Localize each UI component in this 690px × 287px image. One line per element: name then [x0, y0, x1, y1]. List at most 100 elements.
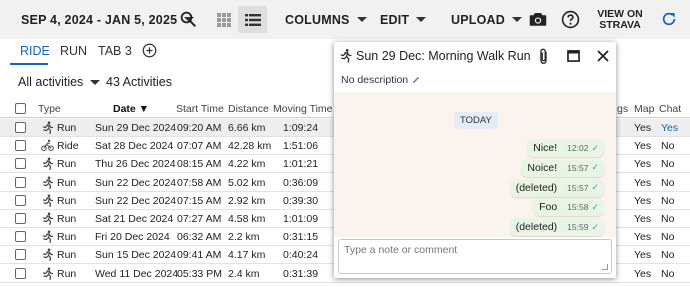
message-text: Foo — [539, 201, 558, 214]
check-icon: ✓ — [591, 142, 599, 153]
row-checkbox[interactable] — [15, 267, 26, 279]
attachment-icon[interactable] — [538, 48, 549, 65]
row-checkbox[interactable] — [15, 249, 26, 261]
camera-icon[interactable] — [527, 8, 549, 30]
header-map[interactable]: Map — [634, 103, 654, 115]
cell-date: Thu 26 Dec 2024 — [95, 158, 176, 171]
popup-title: Sun 29 Dec: Morning Walk Run — [356, 49, 531, 63]
cell-map: Yes — [634, 249, 652, 262]
cell-chat[interactable]: No — [661, 213, 674, 225]
row-checkbox[interactable] — [15, 122, 26, 133]
row-checkbox[interactable] — [15, 213, 26, 224]
list-icon — [244, 13, 261, 26]
refresh-icon[interactable] — [658, 8, 680, 30]
search-icon[interactable] — [177, 8, 199, 30]
running-icon — [42, 176, 54, 189]
check-icon: ✓ — [591, 162, 599, 173]
cell-moving: 0:36:09 — [283, 176, 319, 189]
help-icon[interactable] — [559, 8, 581, 30]
tab-ride[interactable]: RIDE — [20, 44, 50, 58]
cell-type: Run — [57, 213, 77, 225]
cell-type: Run — [57, 249, 77, 262]
cell-chat[interactable]: No — [661, 231, 674, 243]
cell-chat[interactable]: No — [661, 249, 674, 261]
tab-3[interactable]: TAB 3 — [98, 44, 132, 58]
cell-type: Run — [57, 176, 77, 189]
grid-icon — [216, 12, 231, 27]
cell-moving: 1:09:24 — [283, 122, 319, 134]
cell-date: Sun 22 Dec 2024 — [95, 194, 177, 207]
message-text: (deleted) — [515, 221, 558, 234]
select-all-checkbox[interactable] — [15, 103, 26, 114]
note-input[interactable]: Type a note or comment — [338, 239, 612, 274]
cell-chat[interactable]: No — [661, 195, 674, 207]
upload-label: UPLOAD — [451, 12, 505, 27]
cell-chat[interactable]: Yes — [661, 122, 678, 134]
add-tab-icon[interactable] — [142, 43, 157, 61]
row-checkbox[interactable] — [15, 158, 26, 170]
list-view-button[interactable] — [238, 6, 267, 33]
activity-filter-select[interactable]: All activities — [18, 75, 101, 89]
note-placeholder: Type a note or comment — [344, 244, 458, 256]
message-time: 15:57 — [567, 182, 589, 193]
edit-menu-button[interactable]: EDIT — [380, 0, 427, 39]
tab-run[interactable]: RUN — [60, 44, 87, 58]
cell-map: Yes — [634, 231, 652, 244]
date-range-select[interactable]: SEP 4, 2024 - JAN 5, 2025 — [21, 0, 195, 39]
cell-moving: 0:40:24 — [283, 249, 319, 262]
header-start-time[interactable]: Start Time — [176, 103, 224, 115]
cell-map: Yes — [634, 176, 652, 189]
cycling-icon — [41, 139, 54, 152]
header-moving-time[interactable]: Moving Time — [273, 103, 333, 115]
view-on-strava-button[interactable]: VIEW ON STRAVA — [593, 9, 647, 31]
close-icon[interactable] — [597, 50, 609, 62]
message-text: Noice! — [527, 161, 558, 174]
row-checkbox[interactable] — [15, 140, 26, 152]
cell-date: Fri 20 Dec 2024 — [95, 231, 170, 244]
chat-message[interactable]: Noice! 15:57 ✓ — [521, 158, 604, 177]
chat-message[interactable]: (deleted) 15:59 ✓ — [509, 218, 604, 237]
columns-label: COLUMNS — [285, 12, 350, 27]
header-chat[interactable]: Chat — [659, 103, 681, 115]
cell-chat[interactable]: No — [661, 158, 674, 170]
header-type[interactable]: Type — [38, 103, 61, 115]
header-tags[interactable]: gs — [617, 103, 628, 115]
activity-detail-popup: Sun 29 Dec: Morning Walk Run No descript… — [334, 42, 616, 278]
cell-date: Sun 15 Dec 2024 — [95, 249, 177, 262]
running-icon — [42, 194, 54, 207]
cell-chat[interactable]: No — [661, 140, 674, 152]
cell-start: 09:20 AM — [177, 122, 222, 134]
row-checkbox[interactable] — [15, 231, 26, 243]
chevron-down-icon — [416, 17, 427, 22]
cell-type: Ride — [57, 140, 79, 153]
cell-type: Run — [57, 194, 77, 207]
cell-map: Yes — [634, 140, 652, 153]
running-icon — [42, 248, 54, 262]
chat-message[interactable]: Foo 15:58 ✓ — [533, 198, 604, 217]
chat-message[interactable]: Nice! 12:02 ✓ — [527, 139, 604, 157]
maximize-icon[interactable] — [567, 50, 580, 62]
message-text: Nice! — [533, 142, 558, 154]
message-time: 15:58 — [567, 202, 589, 213]
popup-description[interactable]: No description — [341, 74, 420, 86]
header-date[interactable]: Date ▼ — [113, 103, 149, 115]
cell-map: Yes — [634, 194, 652, 207]
cell-distance: 4.22 km — [228, 158, 266, 171]
row-checkbox[interactable] — [15, 194, 26, 206]
columns-menu-button[interactable]: COLUMNS — [285, 0, 367, 39]
cell-distance: 2.2 km — [228, 231, 260, 244]
cell-moving: 1:01:09 — [283, 213, 319, 225]
row-checkbox[interactable] — [15, 176, 26, 188]
chat-message[interactable]: (deleted) 15:57 ✓ — [509, 178, 604, 197]
grid-view-button[interactable] — [209, 6, 238, 33]
message-text: (deleted) — [515, 181, 558, 194]
header-distance[interactable]: Distance — [228, 103, 269, 115]
cell-start: 08:15 AM — [177, 158, 222, 171]
message-time: 15:59 — [567, 222, 589, 233]
cell-chat[interactable]: No — [661, 268, 674, 280]
upload-menu-button[interactable]: UPLOAD — [451, 0, 522, 39]
cell-chat[interactable]: No — [661, 177, 674, 189]
cell-moving: 0:31:15 — [283, 231, 319, 244]
edit-pencil-icon[interactable] — [412, 76, 420, 84]
resize-handle-icon[interactable] — [602, 264, 608, 270]
